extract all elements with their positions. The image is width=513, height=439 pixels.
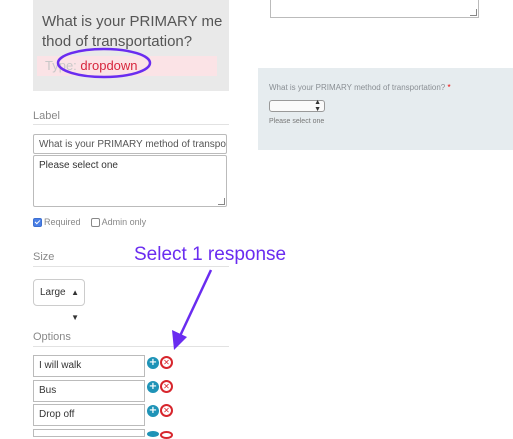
add-option-icon[interactable]: + [147,357,159,369]
divider [33,124,229,125]
select-arrows-icon: ▲ ▼ [314,99,321,113]
field-editor-panel: What is your PRIMARY method of transport… [0,0,244,439]
checkbox-row: Required Admin only [33,217,147,228]
form-preview-panel: What is your PRIMARY method of transport… [244,0,513,437]
required-label: Required [44,217,81,227]
help-text-area[interactable]: Please select one [33,155,227,207]
preview-textarea[interactable] [270,0,479,18]
annotation-text: Select 1 response [134,244,287,265]
remove-option-icon[interactable]: ✕ [160,404,173,417]
remove-option-icon[interactable]: ✕ [160,380,173,393]
label-input[interactable]: What is your PRIMARY method of transport… [33,134,227,154]
divider [33,266,229,267]
option-input[interactable]: I will walk [33,355,145,377]
size-select[interactable]: Large ▲ ▼ [33,279,85,322]
remove-option-icon[interactable]: ✕ [160,356,173,369]
required-marker: * [447,83,451,92]
label-heading: Label [33,110,60,122]
add-option-icon[interactable]: + [147,381,159,393]
resize-handle-icon[interactable] [470,9,477,16]
size-heading: Size [33,251,55,263]
preview-help-text: Please select one [269,118,325,125]
option-input[interactable]: Drop off [33,404,145,426]
required-checkbox[interactable]: Required [33,217,83,228]
preview-dropdown[interactable]: ▲ ▼ [269,99,325,113]
options-heading: Options [33,331,71,343]
help-text-value: Please select one [39,160,118,171]
admin-only-checkbox[interactable]: Admin only [90,217,147,228]
checkbox-unchecked-icon [90,218,100,228]
divider [33,346,229,347]
preview-question-text: What is your PRIMARY method of transport… [269,83,446,92]
add-option-icon[interactable]: + [147,405,159,417]
preview-question-label: What is your PRIMARY method of transport… [269,83,451,92]
resize-handle-icon[interactable] [218,198,225,205]
add-option-icon[interactable] [147,431,159,437]
size-value: Large [40,287,66,298]
remove-option-icon[interactable] [160,431,173,439]
preview-question-card: What is your PRIMARY method of transport… [258,68,513,150]
admin-only-label: Admin only [101,217,147,227]
annotation-circle [56,47,152,79]
checkbox-checked-icon [33,218,42,228]
option-input[interactable]: Bus [33,380,145,402]
option-input[interactable] [33,429,145,437]
select-arrows-icon: ▲ ▼ [71,288,79,322]
